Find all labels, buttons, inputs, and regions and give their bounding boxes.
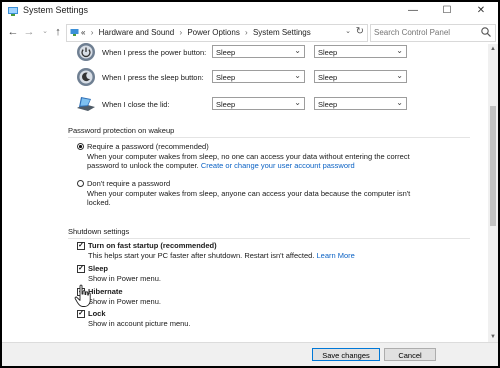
chevron-down-icon: ⌄ bbox=[294, 71, 301, 80]
search-icon[interactable] bbox=[480, 26, 492, 38]
breadcrumb-power-options[interactable]: Power Options bbox=[187, 28, 239, 37]
address-bar[interactable]: « › Hardware and Sound › Power Options ›… bbox=[66, 24, 368, 42]
fast-startup-label[interactable]: Turn on fast startup (recommended) bbox=[88, 241, 217, 250]
navigation-bar: ← → ⌄ ↑ « › Hardware and Sound › Power O… bbox=[2, 22, 498, 44]
select-value: Sleep bbox=[318, 73, 338, 82]
sleep-button-plugged-select[interactable]: Sleep ⌄ bbox=[314, 70, 407, 83]
breadcrumb: « › Hardware and Sound › Power Options ›… bbox=[81, 28, 311, 37]
lock-checkbox[interactable]: ✓ bbox=[77, 310, 85, 318]
lid-close-battery-select[interactable]: Sleep ⌄ bbox=[212, 97, 305, 110]
fast-startup-desc-text: This helps start your PC faster after sh… bbox=[88, 251, 315, 260]
sleep-desc: Show in Power menu. bbox=[88, 274, 161, 283]
close-button[interactable]: ✕ bbox=[464, 2, 498, 20]
sleep-label[interactable]: Sleep bbox=[88, 264, 108, 273]
scrollbar-thumb[interactable] bbox=[490, 106, 496, 226]
address-dropdown-icon[interactable]: ⌄ bbox=[345, 27, 351, 35]
hibernate-label[interactable]: Hibernate bbox=[88, 287, 123, 296]
breadcrumb-overflow[interactable]: « bbox=[81, 28, 85, 37]
change-password-link[interactable]: Create or change your user account passw… bbox=[201, 161, 355, 170]
save-changes-button[interactable]: Save changes bbox=[312, 348, 380, 361]
scroll-up-icon[interactable]: ▲ bbox=[488, 44, 498, 54]
dont-require-password-desc: When your computer wakes from sleep, any… bbox=[87, 189, 411, 198]
breadcrumb-separator: › bbox=[90, 28, 94, 37]
breadcrumb-separator: › bbox=[245, 28, 248, 37]
vertical-scrollbar[interactable]: ▲ ▼ bbox=[488, 44, 498, 342]
sleep-button-row: When I press the sleep button: Sleep ⌄ Sl… bbox=[74, 67, 414, 87]
sleep-button-label: When I press the sleep button: bbox=[102, 73, 204, 82]
hibernate-desc: Show in Power menu. bbox=[88, 297, 161, 306]
scroll-down-icon[interactable]: ▼ bbox=[488, 332, 498, 342]
system-settings-window: System Settings — ☐ ✕ ← → ⌄ ↑ « › Hardwa… bbox=[2, 2, 498, 366]
chevron-down-icon: ⌄ bbox=[396, 71, 403, 80]
select-value: Sleep bbox=[216, 100, 236, 109]
require-password-label[interactable]: Require a password (recommended) bbox=[87, 142, 209, 151]
minimize-button[interactable]: — bbox=[396, 2, 430, 20]
dont-require-password-label[interactable]: Don't require a password bbox=[87, 179, 170, 188]
shutdown-section-title: Shutdown settings bbox=[68, 227, 130, 236]
control-panel-small-icon bbox=[70, 29, 79, 36]
search-input[interactable] bbox=[374, 27, 474, 38]
require-password-radio[interactable] bbox=[77, 143, 84, 150]
lid-close-label: When I close the lid: bbox=[102, 100, 170, 109]
lid-close-row: When I close the lid: Sleep ⌄ Sleep ⌄ bbox=[74, 94, 414, 114]
select-value: Sleep bbox=[216, 73, 236, 82]
select-value: Sleep bbox=[318, 48, 338, 57]
learn-more-link[interactable]: Learn More bbox=[317, 251, 355, 260]
chevron-down-icon: ⌄ bbox=[294, 46, 301, 55]
breadcrumb-separator: › bbox=[179, 28, 183, 37]
hand-cursor-icon bbox=[74, 284, 91, 307]
refresh-icon[interactable]: ↻ bbox=[356, 26, 364, 37]
chevron-down-icon: ⌄ bbox=[294, 98, 301, 107]
laptop-lid-icon bbox=[77, 97, 95, 111]
sleep-checkbox[interactable]: ✓ bbox=[77, 265, 85, 273]
power-button-plugged-select[interactable]: Sleep ⌄ bbox=[314, 45, 407, 58]
section-divider bbox=[68, 238, 470, 239]
require-password-desc-text: password to unlock the computer. bbox=[87, 161, 199, 170]
power-button-battery-select[interactable]: Sleep ⌄ bbox=[212, 45, 305, 58]
select-value: Sleep bbox=[216, 48, 236, 57]
back-arrow-icon[interactable]: ← bbox=[6, 25, 20, 39]
sleep-button-battery-select[interactable]: Sleep ⌄ bbox=[212, 70, 305, 83]
control-panel-icon bbox=[8, 7, 18, 16]
recent-pages-chevron-icon[interactable]: ⌄ bbox=[38, 25, 52, 39]
forward-arrow-icon[interactable]: → bbox=[22, 25, 36, 39]
sleep-button-icon bbox=[77, 68, 95, 86]
search-box[interactable] bbox=[370, 24, 496, 42]
fast-startup-checkbox[interactable]: ✓ bbox=[77, 242, 85, 250]
breadcrumb-hardware-and-sound[interactable]: Hardware and Sound bbox=[99, 28, 175, 37]
select-value: Sleep bbox=[318, 100, 338, 109]
lid-close-plugged-select[interactable]: Sleep ⌄ bbox=[314, 97, 407, 110]
require-password-desc: When your computer wakes from sleep, no … bbox=[87, 152, 410, 161]
window-title: System Settings bbox=[23, 5, 89, 15]
power-button-label: When I press the power button: bbox=[102, 48, 207, 57]
maximize-button[interactable]: ☐ bbox=[430, 2, 464, 20]
breadcrumb-system-settings[interactable]: System Settings bbox=[253, 28, 311, 37]
up-arrow-icon[interactable]: ↑ bbox=[51, 25, 65, 39]
dont-require-password-desc-line2: locked. bbox=[87, 198, 111, 207]
password-section-title: Password protection on wakeup bbox=[68, 126, 175, 135]
fast-startup-desc: This helps start your PC faster after sh… bbox=[88, 251, 355, 260]
power-button-row: When I press the power button: Sleep ⌄ Sl… bbox=[74, 42, 414, 62]
require-password-desc-line2: password to unlock the computer. Create … bbox=[87, 161, 355, 170]
lock-desc: Show in account picture menu. bbox=[88, 319, 191, 328]
cancel-button[interactable]: Cancel bbox=[384, 348, 436, 361]
power-button-icon bbox=[77, 43, 95, 61]
dont-require-password-radio[interactable] bbox=[77, 180, 84, 187]
chevron-down-icon: ⌄ bbox=[396, 46, 403, 55]
chevron-down-icon: ⌄ bbox=[396, 98, 403, 107]
title-bar: System Settings — ☐ ✕ bbox=[2, 2, 498, 20]
section-divider bbox=[68, 137, 470, 138]
lock-label[interactable]: Lock bbox=[88, 309, 106, 318]
footer-bar: Save changes Cancel bbox=[2, 342, 498, 366]
